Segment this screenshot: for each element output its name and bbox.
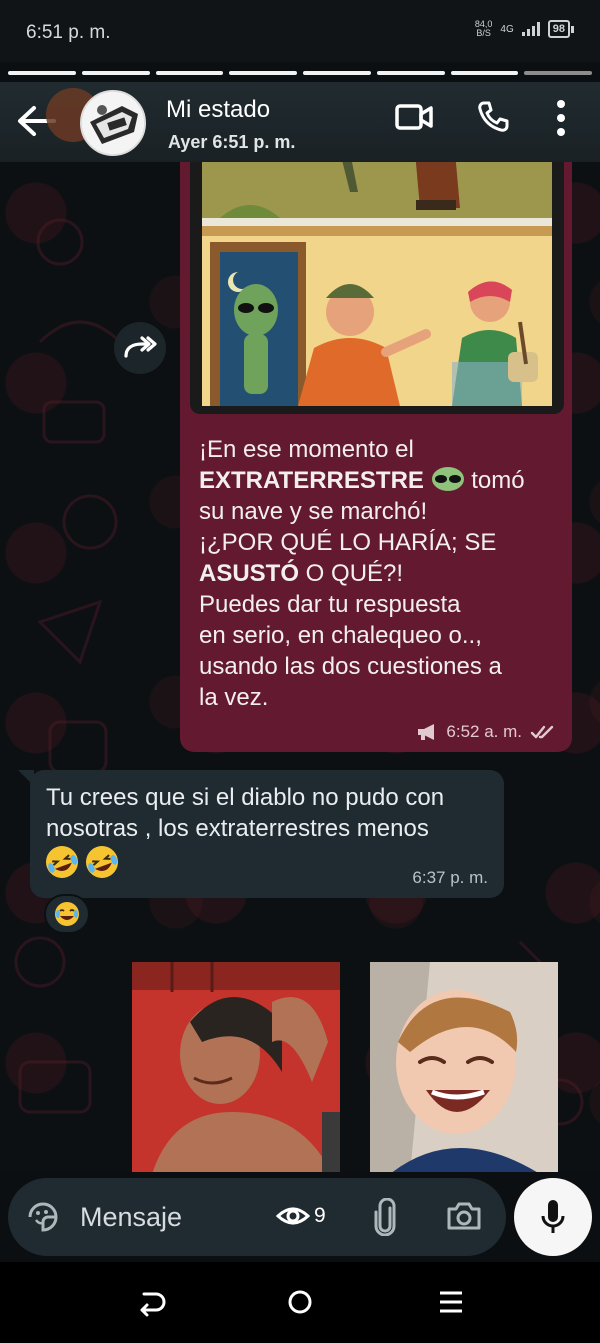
battery-level: 98 xyxy=(547,20,570,38)
contact-name[interactable]: Mi estado xyxy=(166,96,270,124)
mic-button[interactable] xyxy=(514,1178,592,1256)
wallpaper-doodles xyxy=(36,218,122,774)
laughing-tears-emoji-icon xyxy=(55,902,79,926)
incoming-message-text: Tu crees que si el diablo no pudo con no… xyxy=(46,784,445,842)
text-fragment: O QUÉ?! xyxy=(299,560,404,587)
photo-thumbnail[interactable] xyxy=(132,962,340,1172)
message-reaction[interactable] xyxy=(44,894,90,934)
network-speed: 84,0 B/S xyxy=(475,20,493,38)
system-nav-bar xyxy=(0,1262,600,1343)
battery-icon: 98 xyxy=(547,20,574,38)
status-progress-bar xyxy=(8,71,592,75)
text-line: ¡¿POR QUÉ LO HARÍA; SE xyxy=(199,529,497,556)
alien-emoji-icon xyxy=(431,466,465,492)
attach-icon[interactable] xyxy=(372,1198,398,1236)
avatar[interactable] xyxy=(80,90,146,156)
network-type: 4G xyxy=(500,23,514,35)
chat-area[interactable]: ¡En ese momento el EXTRATERRESTRE tomó s… xyxy=(0,162,600,1172)
more-vert-icon[interactable] xyxy=(554,98,568,138)
text-line: usando las dos cuestiones a xyxy=(199,653,502,680)
rolling-laughing-emoji-icon xyxy=(86,846,118,878)
photo-child xyxy=(370,962,558,1172)
text-line: Puedes dar tu respuesta xyxy=(199,591,461,618)
progress-segment xyxy=(376,71,445,75)
status-time: 6:51 p. m. xyxy=(26,22,111,43)
bold-text: EXTRATERRESTRE xyxy=(199,467,424,494)
rolling-laughing-emoji-icon xyxy=(46,846,78,878)
message-image[interactable] xyxy=(190,162,564,414)
media-message[interactable] xyxy=(132,962,558,1172)
cartoon-illustration xyxy=(202,162,552,406)
message-input[interactable]: Mensaje xyxy=(80,1202,182,1233)
progress-segment xyxy=(155,71,224,75)
status-bar: 6:51 p. m. 84,0 B/S 4G 98 xyxy=(0,0,600,62)
double-check-icon xyxy=(530,725,554,739)
chat-header: Mi estado Ayer 6:51 p. m. xyxy=(0,82,600,162)
signal-icon xyxy=(521,22,540,36)
outgoing-message[interactable]: ¡En ese momento el EXTRATERRESTRE tomó s… xyxy=(180,162,572,752)
status-views[interactable]: 9 xyxy=(276,1204,326,1228)
text-line: ASUSTÓ O QUÉ?! xyxy=(199,558,559,589)
camera-icon[interactable] xyxy=(446,1200,482,1232)
incoming-message[interactable]: Tu crees que si el diablo no pudo con no… xyxy=(30,770,504,898)
sticker-icon[interactable] xyxy=(26,1200,60,1234)
text-line: su nave y se marchó! xyxy=(199,498,428,525)
message-composer[interactable]: Mensaje 9 xyxy=(8,1178,506,1256)
text-line: la vez. xyxy=(199,684,269,711)
last-seen: Ayer 6:51 p. m. xyxy=(168,132,296,152)
eye-icon xyxy=(276,1207,310,1225)
message-meta: 6:52 a. m. xyxy=(416,722,556,742)
video-call-icon[interactable] xyxy=(394,100,434,134)
avatar-image xyxy=(82,92,144,154)
message-time: 6:52 a. m. xyxy=(446,722,522,741)
progress-segment xyxy=(81,71,150,75)
photo-woman xyxy=(132,962,340,1172)
progress-segment xyxy=(450,71,519,75)
view-count: 9 xyxy=(314,1204,326,1227)
phone-icon[interactable] xyxy=(476,100,510,134)
megaphone-icon xyxy=(418,724,435,740)
text-line: en serio, en chalequeo o.., xyxy=(199,622,482,649)
text-line: ¡En ese momento el xyxy=(199,436,414,463)
nav-recents-icon[interactable] xyxy=(438,1288,464,1316)
mic-icon xyxy=(541,1200,565,1233)
network-speed-unit: B/S xyxy=(476,28,491,38)
progress-segment xyxy=(303,71,371,75)
forward-icon xyxy=(124,336,157,358)
nav-back-icon[interactable] xyxy=(136,1288,166,1318)
bold-text: ASUSTÓ xyxy=(199,560,300,587)
progress-segment xyxy=(8,71,76,75)
emoji-row xyxy=(44,844,120,880)
forward-button[interactable] xyxy=(114,322,166,374)
outgoing-message-text: ¡En ese momento el EXTRATERRESTRE tomó s… xyxy=(199,434,559,713)
text-fragment: tomó xyxy=(464,467,525,494)
progress-segment xyxy=(524,71,592,75)
text-line: EXTRATERRESTRE tomó xyxy=(199,465,559,496)
photo-thumbnail[interactable] xyxy=(370,962,558,1172)
nav-home-icon[interactable] xyxy=(286,1288,314,1316)
status-indicators: 84,0 B/S 4G 98 xyxy=(475,20,574,38)
message-time: 6:37 p. m. xyxy=(412,868,488,887)
progress-segment xyxy=(229,71,297,75)
